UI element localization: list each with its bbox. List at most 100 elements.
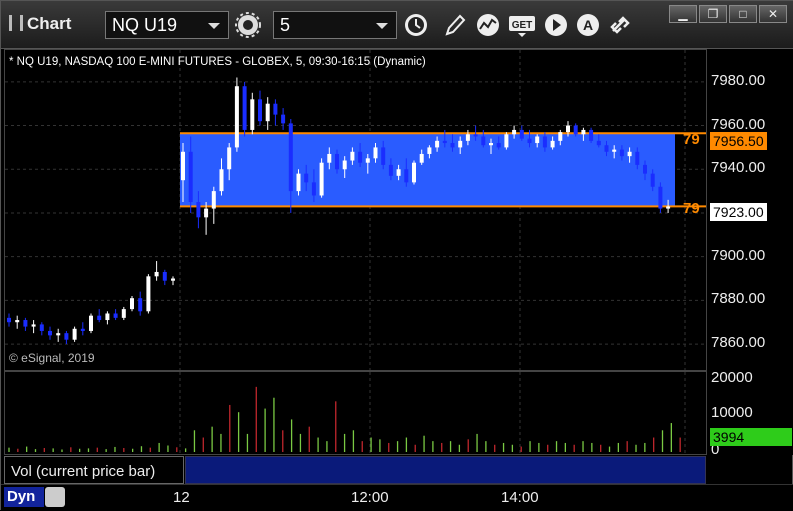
time-tick: 12 bbox=[173, 489, 190, 506]
candle-body bbox=[496, 143, 501, 148]
candle-body bbox=[304, 173, 309, 183]
candle-body bbox=[72, 328, 77, 340]
candle-body bbox=[427, 147, 432, 154]
candle-body bbox=[242, 86, 247, 130]
time-axis[interactable] bbox=[1, 484, 793, 511]
candle-body bbox=[412, 162, 416, 183]
studies-button[interactable] bbox=[473, 11, 503, 39]
minimize-icon: ▁ bbox=[678, 7, 688, 21]
get-button[interactable]: GET bbox=[507, 11, 537, 39]
study-icon bbox=[477, 14, 499, 36]
play-button[interactable] bbox=[541, 11, 571, 39]
candle-body bbox=[188, 151, 193, 203]
candle-body bbox=[612, 149, 617, 152]
price-tick: 7880.00 bbox=[711, 290, 766, 308]
candle-body bbox=[204, 208, 209, 218]
lock-icon[interactable] bbox=[45, 487, 65, 507]
get-icon: GET bbox=[509, 16, 535, 37]
candle-body bbox=[658, 186, 663, 209]
maximize-button[interactable]: □ bbox=[729, 5, 757, 23]
candle-body bbox=[138, 298, 143, 312]
candle-body bbox=[311, 182, 316, 196]
time-button[interactable] bbox=[401, 11, 431, 39]
candle-body bbox=[458, 140, 463, 148]
price-axis[interactable]: 7980.007960.007940.007920.007900.007880.… bbox=[707, 49, 793, 458]
candle-body bbox=[39, 324, 44, 331]
candle-body bbox=[227, 147, 232, 170]
price-tick: 7900.00 bbox=[711, 246, 766, 264]
candle-body bbox=[596, 140, 601, 146]
candle-body bbox=[234, 86, 239, 148]
candle-body bbox=[319, 162, 324, 196]
candle-body bbox=[435, 140, 440, 148]
link-icon bbox=[610, 16, 630, 34]
time-tick: 14:00 bbox=[501, 489, 539, 506]
volume-chart bbox=[8, 372, 686, 454]
candle-body bbox=[419, 153, 424, 163]
chevron-down-icon bbox=[376, 23, 388, 29]
pencil-icon bbox=[445, 14, 466, 36]
candle-body bbox=[573, 125, 578, 135]
candle-body bbox=[273, 103, 278, 115]
chevron-down-icon bbox=[208, 23, 220, 29]
candle-body bbox=[619, 149, 624, 157]
candle-body bbox=[130, 298, 134, 310]
minimize-button[interactable]: ▁ bbox=[669, 5, 697, 23]
candle-body bbox=[535, 136, 540, 144]
candle-body bbox=[105, 313, 110, 321]
candle-body bbox=[15, 320, 20, 323]
copyright-text: © eSignal, 2019 bbox=[9, 351, 95, 365]
volume-plot[interactable] bbox=[4, 371, 707, 455]
candle-body bbox=[335, 153, 339, 170]
last-volume-tag: 3994 bbox=[710, 428, 792, 446]
candle-body bbox=[550, 140, 555, 148]
alert-a-icon: A bbox=[577, 14, 599, 36]
candle-body bbox=[97, 315, 102, 321]
svg-text:A: A bbox=[583, 17, 593, 33]
candle-body bbox=[296, 173, 301, 192]
candle-body bbox=[48, 330, 52, 336]
interval-value: 5 bbox=[280, 15, 291, 35]
draw-button[interactable] bbox=[439, 11, 469, 39]
candle-body bbox=[171, 278, 175, 281]
candle-body bbox=[162, 271, 167, 281]
volume-study-tab[interactable]: Vol (current price bar) ✖ bbox=[4, 456, 195, 484]
interval-select[interactable]: 5 bbox=[273, 11, 397, 39]
candle-body bbox=[512, 129, 517, 135]
last-price-tag: 7923.00 bbox=[710, 203, 767, 221]
candle-body bbox=[7, 317, 11, 323]
close-button[interactable]: ✕ bbox=[759, 5, 787, 23]
candle-body bbox=[265, 103, 270, 122]
upper-level-label: 79 bbox=[683, 131, 700, 148]
title-bar: Chart NQ U19 5 GET A ▁ ❐ □ ✕ bbox=[1, 1, 793, 49]
candle-body bbox=[542, 136, 547, 148]
clock-icon bbox=[405, 14, 427, 36]
time-tick: 12:00 bbox=[351, 489, 389, 506]
candle-body bbox=[373, 147, 378, 159]
price-tick: 7960.00 bbox=[711, 115, 766, 133]
candle-body bbox=[527, 138, 532, 144]
candle-body bbox=[89, 315, 93, 331]
candle-body bbox=[350, 151, 355, 161]
candle-body bbox=[381, 147, 386, 165]
candle-body bbox=[396, 169, 401, 176]
candle-body bbox=[666, 206, 671, 209]
price-plot[interactable] bbox=[4, 49, 707, 371]
alert-button[interactable]: A bbox=[573, 11, 603, 39]
settings-button[interactable] bbox=[233, 11, 263, 39]
candle-body bbox=[589, 129, 594, 141]
price-chart bbox=[5, 50, 706, 370]
candle-body bbox=[342, 160, 347, 170]
chart-app-icon bbox=[9, 15, 23, 31]
candle-body bbox=[196, 202, 201, 218]
link-button[interactable] bbox=[605, 11, 635, 39]
candle-body bbox=[250, 99, 255, 130]
restore-button[interactable]: ❐ bbox=[699, 5, 727, 23]
candle-body bbox=[604, 145, 609, 152]
dynamic-mode-button[interactable]: Dyn bbox=[4, 487, 44, 507]
candle-body bbox=[566, 125, 570, 133]
symbol-value: NQ U19 bbox=[112, 15, 178, 35]
candle-body bbox=[489, 143, 493, 146]
symbol-select[interactable]: NQ U19 bbox=[105, 11, 229, 39]
candle-body bbox=[31, 324, 36, 327]
